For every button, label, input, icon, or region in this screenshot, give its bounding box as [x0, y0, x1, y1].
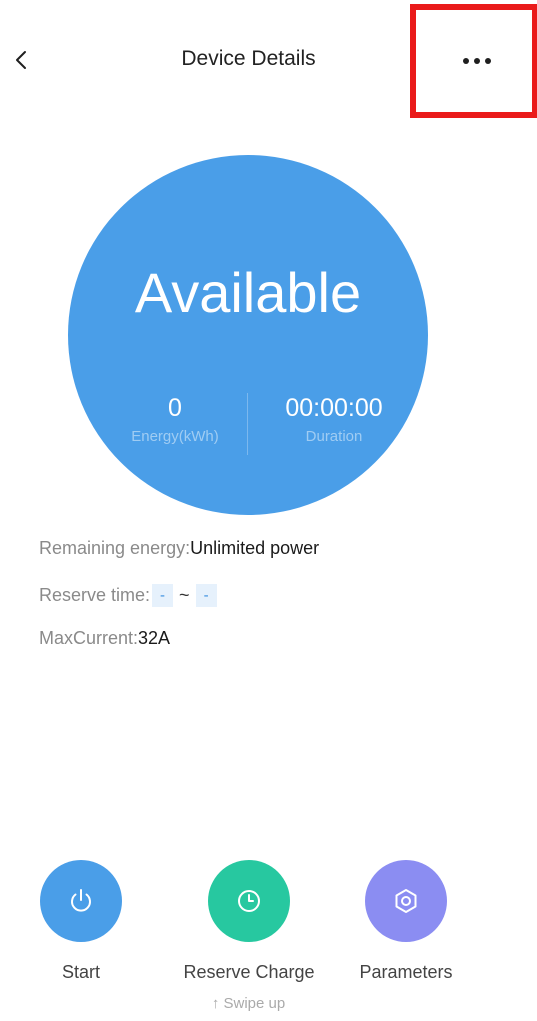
parameters-label: Parameters [359, 962, 453, 982]
max-current-row: MaxCurrent: 32A [39, 628, 170, 649]
remaining-energy-row: Remaining energy: Unlimited power [39, 538, 319, 559]
more-horizontal-icon [463, 58, 469, 64]
reserve-charge-button[interactable]: Reserve Charge [168, 860, 330, 983]
header: Device Details [0, 0, 537, 124]
duration-value: 00:00:00 [285, 394, 383, 422]
parameters-button[interactable]: Parameters [325, 860, 487, 983]
energy-label: Energy(kWh) [131, 428, 219, 445]
more-horizontal-icon [474, 58, 480, 64]
status-label: Available [134, 261, 362, 324]
status-circle: Available 0 Energy(kWh) 00:00:00 Duratio… [68, 155, 428, 515]
reserve-icon-circle[interactable] [208, 860, 290, 942]
duration-stat: 00:00:00 Duration [264, 393, 404, 447]
reserve-time-row: Reserve time: - ~ - [39, 584, 219, 607]
parameters-icon-circle[interactable] [365, 860, 447, 942]
remaining-energy-value: Unlimited power [190, 538, 320, 558]
start-icon-circle[interactable] [40, 860, 122, 942]
start-label: Start [61, 962, 100, 982]
reserve-time-end: - [195, 584, 217, 607]
start-button[interactable]: Start [0, 860, 162, 983]
stat-divider [247, 393, 248, 455]
max-current-value: 32A [138, 628, 171, 648]
swipe-up-hint[interactable]: ↑ Swipe up [0, 995, 497, 1012]
reserve-charge-label: Reserve Charge [183, 962, 315, 982]
reserve-time-label: Reserve time: [39, 585, 151, 605]
remaining-energy-label: Remaining energy: [39, 538, 191, 558]
more-options-button[interactable] [452, 44, 502, 78]
max-current-label: MaxCurrent: [39, 628, 139, 648]
reserve-time-start: - [152, 584, 174, 607]
energy-value: 0 [168, 394, 182, 422]
clock-icon [238, 890, 260, 912]
reserve-time-separator: ~ [179, 585, 190, 605]
gear-icon [395, 889, 417, 913]
power-icon [71, 889, 91, 912]
energy-stat: 0 Energy(kWh) [118, 393, 232, 447]
more-horizontal-icon [485, 58, 491, 64]
duration-label: Duration [305, 428, 363, 445]
